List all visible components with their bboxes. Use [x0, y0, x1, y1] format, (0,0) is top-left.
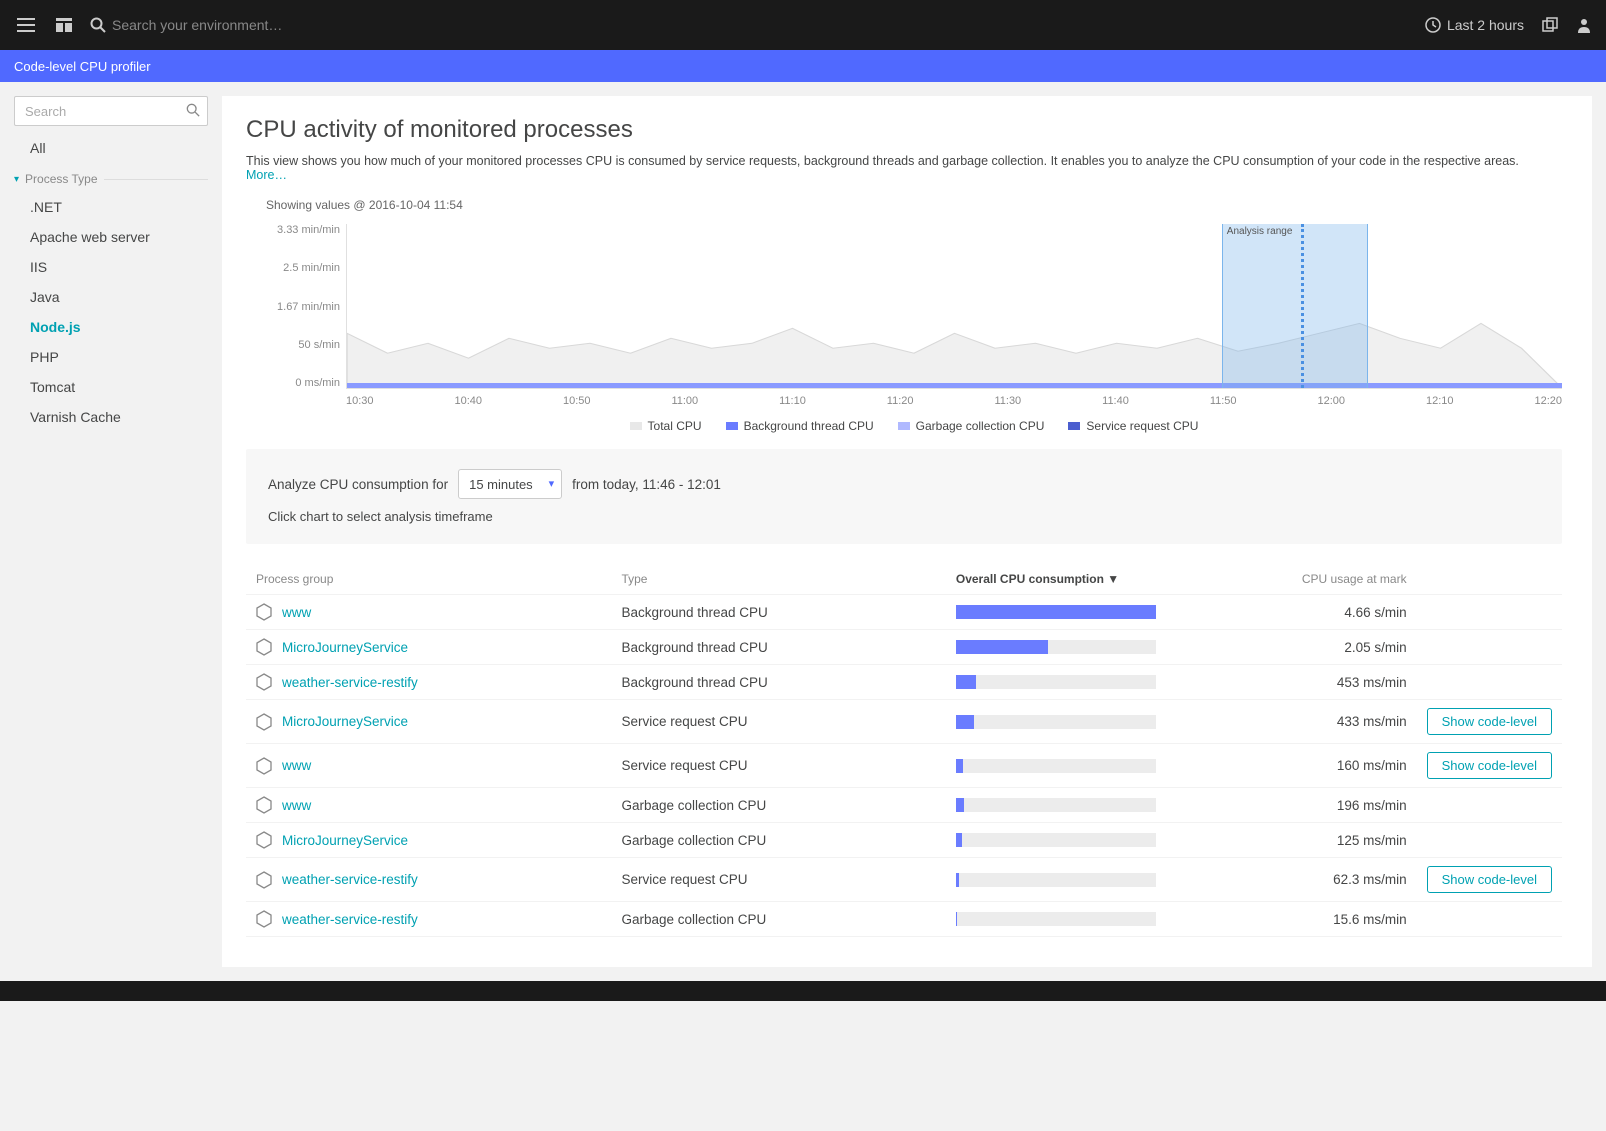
cpu-bar: [956, 833, 1156, 847]
legend-swatch: [1068, 422, 1080, 430]
legend-swatch: [898, 422, 910, 430]
process-group-link[interactable]: weather-service-restify: [282, 912, 418, 927]
sidebar-item-php[interactable]: PHP: [14, 342, 208, 372]
sidebar-item-java[interactable]: Java: [14, 282, 208, 312]
table-row: MicroJourneyServiceGarbage collection CP…: [246, 823, 1562, 858]
legend-swatch: [726, 422, 738, 430]
table-row: weather-service-restifyGarbage collectio…: [246, 902, 1562, 937]
cpu-bar: [956, 912, 1156, 926]
sidebar: All ▾ Process Type .NETApache web server…: [0, 82, 222, 981]
process-group-link[interactable]: www: [282, 798, 311, 813]
process-icon: [256, 757, 272, 775]
chart-x-axis: 10:3010:4010:5011:0011:1011:2011:3011:40…: [346, 389, 1562, 407]
process-group-link[interactable]: MicroJourneyService: [282, 714, 408, 729]
chart-timestamp: Showing values @ 2016-10-04 11:54: [266, 198, 1562, 212]
menu-icon[interactable]: [14, 13, 38, 37]
chevron-down-icon: ▾: [14, 174, 19, 185]
process-icon: [256, 603, 272, 621]
cpu-bar: [956, 640, 1156, 654]
global-search: [90, 17, 1425, 33]
main-content: CPU activity of monitored processes This…: [222, 96, 1592, 967]
cpu-bar: [956, 605, 1156, 619]
table-row: MicroJourneyServiceService request CPU43…: [246, 700, 1562, 744]
show-code-level-button[interactable]: Show code-level: [1427, 866, 1552, 893]
analyze-box: Analyze CPU consumption for 15 minutes ▾…: [246, 449, 1562, 544]
process-group-link[interactable]: weather-service-restify: [282, 675, 418, 690]
process-group-link[interactable]: www: [282, 605, 311, 620]
clock-icon: [1425, 17, 1441, 33]
legend-item[interactable]: Garbage collection CPU: [898, 419, 1045, 433]
process-group-link[interactable]: weather-service-restify: [282, 872, 418, 887]
process-group-link[interactable]: MicroJourneyService: [282, 640, 408, 655]
breadcrumb-link[interactable]: Code-level CPU profiler: [14, 59, 151, 74]
cpu-bar: [956, 759, 1156, 773]
legend-item[interactable]: Service request CPU: [1068, 419, 1198, 433]
table-row: wwwService request CPU160 ms/minShow cod…: [246, 744, 1562, 788]
page-title: CPU activity of monitored processes: [246, 116, 1562, 144]
chart-y-axis: 3.33 min/min2.5 min/min1.67 min/min50 s/…: [266, 224, 346, 389]
search-icon[interactable]: [90, 17, 106, 33]
process-icon: [256, 796, 272, 814]
footer: [0, 981, 1606, 1001]
sidebar-item-node-js[interactable]: Node.js: [14, 312, 208, 342]
analyze-hint: Click chart to select analysis timeframe: [268, 509, 1540, 524]
page-description: This view shows you how much of your mon…: [246, 154, 1562, 182]
table-row: MicroJourneyServiceBackground thread CPU…: [246, 630, 1562, 665]
time-range-label: Last 2 hours: [1447, 17, 1524, 33]
cpu-bar: [956, 715, 1156, 729]
process-icon: [256, 673, 272, 691]
chart-plot[interactable]: Analysis range: [346, 224, 1562, 389]
sidebar-search-input[interactable]: [14, 96, 208, 126]
cpu-bar: [956, 798, 1156, 812]
process-icon: [256, 638, 272, 656]
more-link[interactable]: More…: [246, 168, 287, 182]
process-icon: [256, 831, 272, 849]
sidebar-item-apache-web-server[interactable]: Apache web server: [14, 222, 208, 252]
th-overall-cpu[interactable]: Overall CPU consumption ▼: [946, 564, 1166, 595]
process-icon: [256, 910, 272, 928]
process-group-link[interactable]: www: [282, 758, 311, 773]
table-row: weather-service-restifyService request C…: [246, 858, 1562, 902]
sidebar-item-iis[interactable]: IIS: [14, 252, 208, 282]
legend-swatch: [630, 422, 642, 430]
time-range-picker[interactable]: Last 2 hours: [1425, 17, 1524, 33]
process-icon: [256, 871, 272, 889]
cpu-bar: [956, 873, 1156, 887]
sidebar-item-varnish-cache[interactable]: Varnish Cache: [14, 402, 208, 432]
search-icon[interactable]: [186, 103, 200, 117]
table-row: weather-service-restifyBackground thread…: [246, 665, 1562, 700]
show-code-level-button[interactable]: Show code-level: [1427, 708, 1552, 735]
topbar: Last 2 hours: [0, 0, 1606, 50]
legend-item[interactable]: Total CPU: [630, 419, 702, 433]
process-table: Process group Type Overall CPU consumpti…: [246, 564, 1562, 937]
table-row: wwwGarbage collection CPU196 ms/min: [246, 788, 1562, 823]
sidebar-item-tomcat[interactable]: Tomcat: [14, 372, 208, 402]
process-icon: [256, 713, 272, 731]
share-icon[interactable]: [1542, 17, 1558, 33]
chart-legend: Total CPU Background thread CPU Garbage co…: [266, 419, 1562, 433]
th-process-group[interactable]: Process group: [246, 564, 611, 595]
legend-item[interactable]: Background thread CPU: [726, 419, 874, 433]
th-type[interactable]: Type: [611, 564, 945, 595]
user-icon[interactable]: [1576, 17, 1592, 33]
analyze-duration-select[interactable]: 15 minutes: [458, 469, 562, 499]
sidebar-item--net[interactable]: .NET: [14, 192, 208, 222]
show-code-level-button[interactable]: Show code-level: [1427, 752, 1552, 779]
breadcrumb: Code-level CPU profiler: [0, 50, 1606, 82]
process-group-link[interactable]: MicroJourneyService: [282, 833, 408, 848]
sidebar-item-all[interactable]: All: [14, 140, 208, 156]
chart-area: Showing values @ 2016-10-04 11:54 3.33 m…: [266, 198, 1562, 433]
th-cpu-usage[interactable]: CPU usage at mark: [1166, 564, 1417, 595]
dashboard-icon[interactable]: [52, 13, 76, 37]
cpu-bar: [956, 675, 1156, 689]
sidebar-group-title[interactable]: ▾ Process Type: [14, 162, 208, 192]
table-row: wwwBackground thread CPU4.66 s/min: [246, 595, 1562, 630]
global-search-input[interactable]: [112, 17, 412, 33]
